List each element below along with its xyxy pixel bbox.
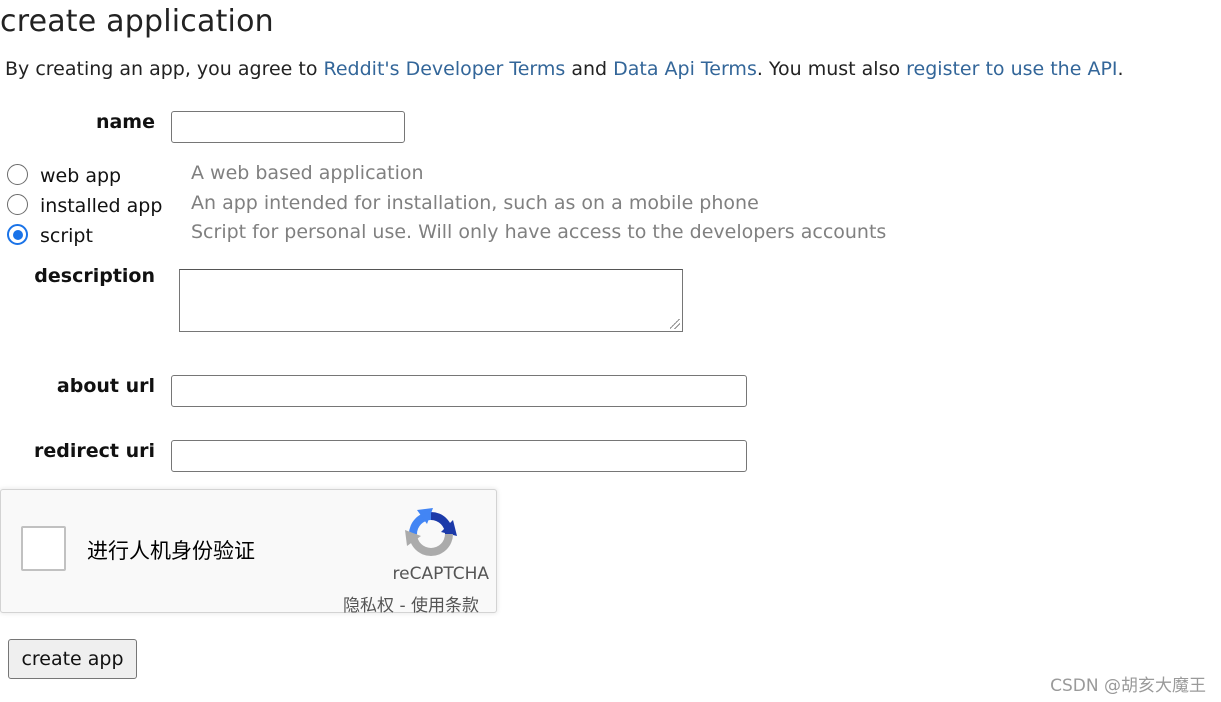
installed-app-radio[interactable]: [7, 194, 28, 215]
redirect-uri-label: redirect uri: [34, 440, 155, 462]
resize-grip-icon[interactable]: [670, 319, 680, 329]
web-app-radio[interactable]: [7, 164, 28, 185]
recaptcha-brand: reCAPTCHA: [392, 564, 490, 584]
recaptcha-checkbox[interactable]: [21, 526, 66, 571]
terms-prefix: By creating an app, you agree to: [5, 58, 324, 80]
recaptcha-privacy-terms-links[interactable]: 隐私权 - 使用条款: [343, 591, 479, 616]
recaptcha-prompt: 进行人机身份验证: [87, 539, 255, 563]
recaptcha-widget: 进行人机身份验证 reCAPTCHA 隐私权 - 使用条款: [0, 489, 497, 616]
web-app-label[interactable]: web app: [40, 165, 121, 187]
about-url-input[interactable]: [171, 375, 747, 407]
name-label: name: [95, 111, 155, 133]
csdn-watermark: CSDN @胡亥大魔王: [1050, 676, 1206, 696]
terms-notice: By creating an app, you agree to Reddit'…: [5, 58, 1124, 80]
script-label[interactable]: script: [40, 225, 93, 247]
script-description: Script for personal use. Will only have …: [191, 221, 887, 243]
recaptcha-logo-icon: [405, 508, 457, 556]
web-app-description: A web based application: [191, 162, 424, 184]
terms-suffix: .: [1117, 58, 1124, 80]
installed-app-description: An app intended for installation, such a…: [191, 192, 759, 214]
name-input[interactable]: [171, 111, 405, 143]
installed-app-label[interactable]: installed app: [40, 195, 162, 217]
create-app-button[interactable]: create app: [8, 639, 137, 679]
description-textarea[interactable]: [179, 269, 683, 332]
register-api-link[interactable]: register to use the API: [906, 58, 1117, 80]
about-url-label: about url: [56, 375, 155, 397]
page-title: create application: [0, 4, 274, 39]
redirect-uri-input[interactable]: [171, 440, 747, 472]
terms-middle: . You must also: [756, 58, 907, 80]
description-label: description: [34, 265, 155, 287]
script-radio-selected[interactable]: [7, 224, 28, 245]
developer-terms-link[interactable]: Reddit's Developer Terms: [324, 58, 566, 80]
create-application-page: create application By creating an app, y…: [0, 0, 1221, 702]
terms-and: and: [565, 58, 614, 80]
data-api-terms-link[interactable]: Data Api Terms: [613, 58, 757, 80]
